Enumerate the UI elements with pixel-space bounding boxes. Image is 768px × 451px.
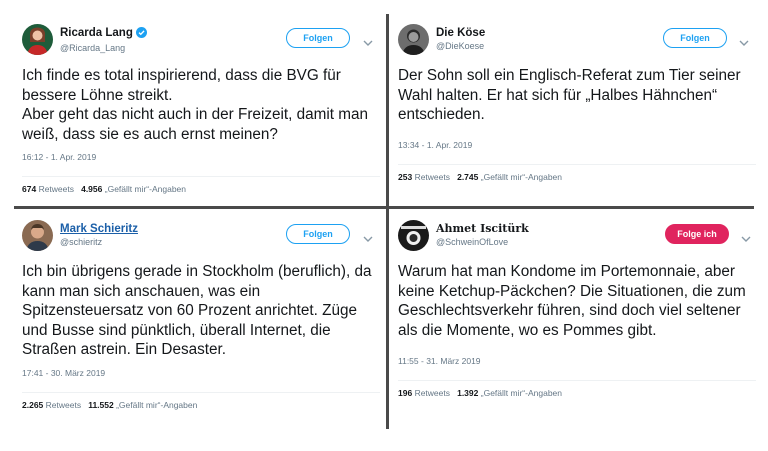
user-handle[interactable]: @SchweinOfLove bbox=[436, 236, 529, 248]
retweets-label: Retweets bbox=[38, 184, 74, 194]
grid-divider-vertical bbox=[386, 14, 389, 429]
display-name[interactable]: Mark Schieritz bbox=[60, 222, 138, 236]
retweets-label: Retweets bbox=[414, 171, 450, 182]
likes-count[interactable]: 4.956 bbox=[81, 184, 102, 194]
tweet-card-ricarda-lang: Ricarda Lang @Ricarda_Lang Folgen Ich fi… bbox=[22, 22, 380, 194]
tweet-stats: 674 Retweets 4.956 „Gefällt mir“-Angaben bbox=[22, 176, 380, 194]
follow-button[interactable]: Folgen bbox=[663, 28, 727, 48]
likes-count[interactable]: 2.745 bbox=[457, 172, 478, 182]
likes-label: „Gefällt mir“-Angaben bbox=[116, 399, 198, 410]
likes-count[interactable]: 1.392 bbox=[457, 388, 478, 398]
avatar[interactable] bbox=[22, 24, 53, 55]
likes-label: „Gefällt mir“-Angaben bbox=[480, 171, 563, 182]
retweets-label: Retweets bbox=[414, 388, 450, 398]
chevron-down-icon[interactable] bbox=[739, 34, 749, 52]
chevron-down-icon[interactable] bbox=[363, 230, 373, 248]
retweets-count[interactable]: 253 bbox=[398, 172, 412, 182]
tweet-timestamp[interactable]: 13:34 - 1. Apr. 2019 bbox=[398, 140, 756, 150]
tweet-text: Der Sohn soll ein Englisch-Referat zum T… bbox=[398, 67, 741, 123]
avatar[interactable] bbox=[398, 24, 429, 55]
likes-count[interactable]: 11.552 bbox=[88, 400, 114, 410]
tweet-stats: 253 Retweets 2.745 „Gefällt mir“-Angaben bbox=[398, 163, 756, 182]
display-name[interactable]: Ricarda Lang bbox=[60, 26, 147, 42]
tweet-header: Die Köse @DieKoese Folgen bbox=[398, 22, 756, 62]
tweet-timestamp[interactable]: 17:41 - 30. März 2019 bbox=[22, 368, 380, 378]
follow-button[interactable]: Folgen bbox=[286, 28, 350, 48]
verified-badge-icon bbox=[135, 27, 147, 42]
tweet-stats: 196 Retweets 1.392 „Gefällt mir“-Angaben bbox=[398, 380, 756, 398]
tweet-card-mark-schieritz: Mark Schieritz @schieritz Folgen Ich bin… bbox=[22, 218, 380, 410]
retweets-count[interactable]: 2.265 bbox=[22, 400, 43, 410]
user-handle[interactable]: @DieKoese bbox=[436, 40, 485, 52]
likes-label: „Gefällt mir“-Angaben bbox=[104, 184, 187, 194]
tweet-text: Ich bin übrigens gerade in Stockholm (be… bbox=[22, 263, 372, 358]
retweets-label: Retweets bbox=[45, 399, 82, 410]
tweet-timestamp[interactable]: 11:55 - 31. März 2019 bbox=[398, 356, 756, 366]
grid-divider-horizontal bbox=[14, 206, 754, 209]
avatar[interactable] bbox=[22, 220, 53, 251]
tweet-text: Warum hat man Kondome im Portemonnaie, a… bbox=[398, 263, 746, 339]
tweet-timestamp[interactable]: 16:12 - 1. Apr. 2019 bbox=[22, 152, 380, 162]
follow-button[interactable]: Folgen bbox=[286, 224, 350, 244]
avatar[interactable] bbox=[398, 220, 429, 251]
display-name[interactable]: Ahmet Iscitürk bbox=[436, 222, 529, 236]
retweets-count[interactable]: 674 bbox=[22, 184, 36, 194]
tweet-card-ahmet-iscituerk: Ahmet Iscitürk @SchweinOfLove Folge ich … bbox=[398, 218, 756, 398]
likes-label: „Gefällt mir“-Angaben bbox=[480, 388, 563, 398]
chevron-down-icon[interactable] bbox=[741, 230, 751, 248]
tweet-header: Ahmet Iscitürk @SchweinOfLove Folge ich bbox=[398, 218, 756, 258]
display-name[interactable]: Die Köse bbox=[436, 26, 485, 40]
tweet-card-die-koese: Die Köse @DieKoese Folgen Der Sohn soll … bbox=[398, 22, 756, 182]
following-button[interactable]: Folge ich bbox=[665, 224, 729, 244]
user-handle[interactable]: @schieritz bbox=[60, 236, 138, 248]
tweet-header: Mark Schieritz @schieritz Folgen bbox=[22, 218, 380, 258]
chevron-down-icon[interactable] bbox=[363, 34, 373, 52]
tweet-header: Ricarda Lang @Ricarda_Lang Folgen bbox=[22, 22, 380, 62]
tweet-stats: 2.265 Retweets 11.552 „Gefällt mir“-Anga… bbox=[22, 391, 380, 410]
tweet-text: Ich finde es total inspirierend, dass di… bbox=[22, 67, 369, 143]
user-handle[interactable]: @Ricarda_Lang bbox=[60, 42, 147, 54]
retweets-count[interactable]: 196 bbox=[398, 388, 412, 398]
